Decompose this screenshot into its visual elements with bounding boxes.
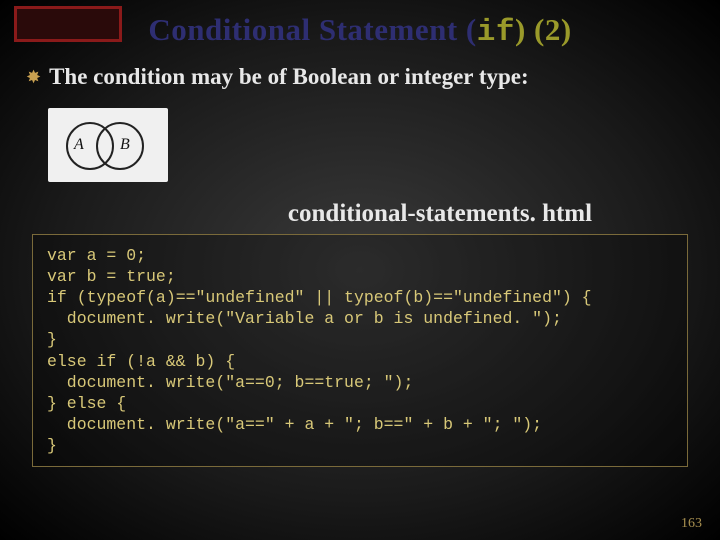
bullet-icon: ✸	[26, 68, 41, 86]
venn-diagram: A B	[48, 108, 168, 182]
bullet-text: The condition may be of Boolean or integ…	[49, 64, 529, 90]
title-keyword: if	[477, 15, 515, 50]
title-suffix: ) (2)	[515, 12, 572, 47]
venn-label-a: A	[74, 136, 84, 154]
code-caption: conditional-statements. html	[22, 200, 698, 228]
code-block: var a = 0; var b = true; if (typeof(a)==…	[32, 234, 688, 467]
accent-box	[14, 6, 122, 42]
bullet-row: ✸ The condition may be of Boolean or int…	[26, 64, 698, 90]
slide-title: Conditional Statement (if) (2)	[22, 8, 698, 50]
slide: Conditional Statement (if) (2) ✸ The con…	[0, 0, 720, 540]
page-number: 163	[681, 516, 702, 532]
title-prefix: Conditional Statement (	[148, 12, 476, 47]
venn-label-b: B	[120, 136, 130, 154]
